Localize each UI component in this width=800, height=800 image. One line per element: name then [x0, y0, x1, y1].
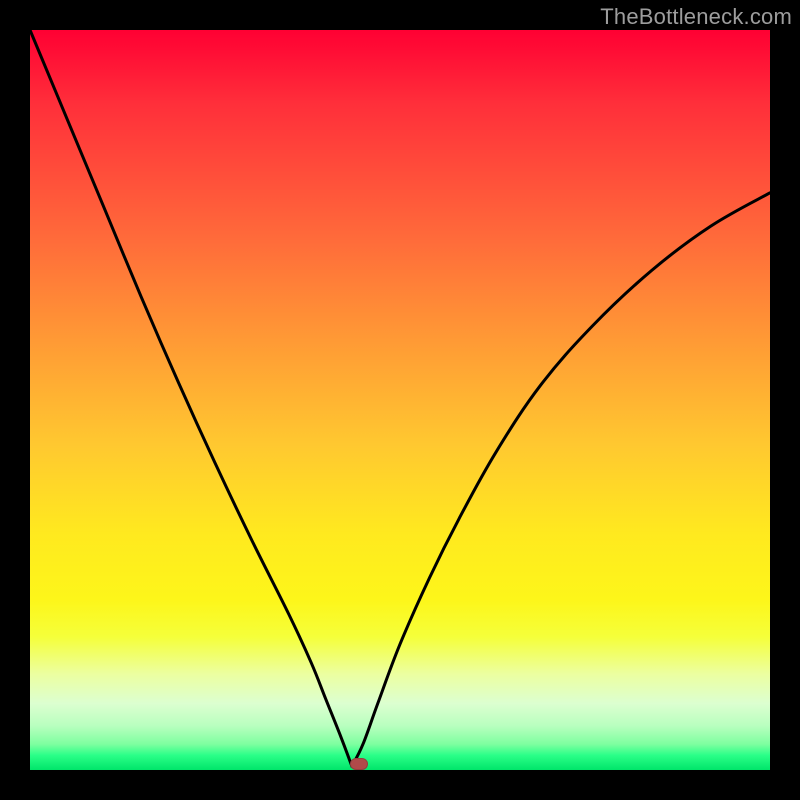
watermark-text: TheBottleneck.com — [600, 4, 792, 30]
curve-right-branch — [352, 193, 770, 767]
chart-frame: TheBottleneck.com — [0, 0, 800, 800]
bottleneck-curve — [30, 30, 770, 770]
plot-area — [30, 30, 770, 770]
optimum-marker — [350, 758, 368, 770]
curve-left-branch — [30, 30, 352, 766]
